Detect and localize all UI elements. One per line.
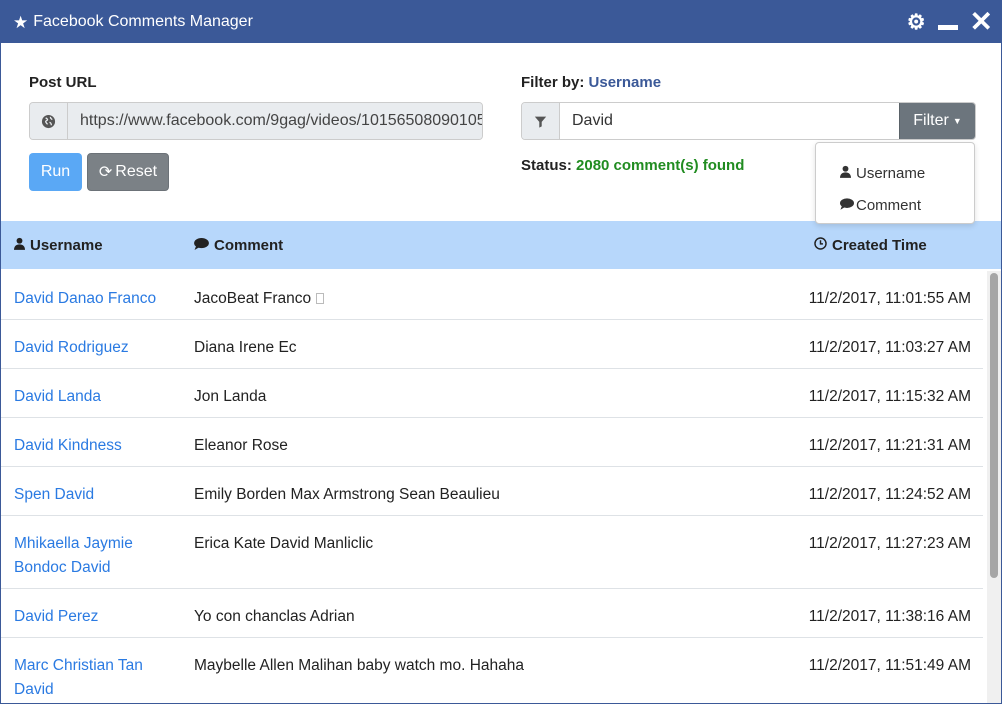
filter-dropdown-menu: Username Comment bbox=[815, 142, 975, 224]
post-url-input-group: https://www.facebook.com/9gag/videos/101… bbox=[29, 102, 483, 140]
post-url-label: Post URL bbox=[29, 74, 97, 91]
title-bar: ★ Facebook Comments Manager ⚙ ✕ bbox=[1, 1, 1001, 43]
filter-by-value: Username bbox=[588, 74, 662, 91]
row-created-time: 11/2/2017, 11:15:32 AM bbox=[808, 388, 971, 405]
row-username-link[interactable]: David Perez bbox=[14, 605, 174, 629]
dropdown-item-comment[interactable]: Comment bbox=[816, 189, 974, 221]
dropdown-item-username[interactable]: Username bbox=[816, 157, 974, 189]
dropdown-item-label: Comment bbox=[856, 196, 922, 214]
row-username-link[interactable]: David Landa bbox=[14, 385, 174, 409]
post-url-input[interactable]: https://www.facebook.com/9gag/videos/101… bbox=[68, 103, 482, 139]
scrollbar-thumb[interactable] bbox=[990, 273, 998, 578]
comment-icon bbox=[194, 237, 209, 253]
window-controls: ⚙ ✕ bbox=[907, 1, 993, 43]
row-comment: Eleanor Rose bbox=[194, 437, 288, 454]
filter-by-text: Filter by: bbox=[521, 74, 585, 91]
user-icon bbox=[14, 237, 25, 253]
caret-down-icon: ▼ bbox=[952, 116, 962, 126]
row-created-time: 11/2/2017, 11:03:27 AM bbox=[808, 339, 971, 356]
row-username-link[interactable]: Spen David bbox=[14, 483, 174, 507]
row-username-link[interactable]: Mhikaella Jaymie Bondoc David bbox=[14, 532, 154, 580]
header-created-time[interactable]: Created Time bbox=[814, 237, 927, 254]
window-title: Facebook Comments Manager bbox=[33, 13, 253, 30]
status-label: Status: bbox=[521, 157, 572, 174]
dropdown-item-label: Username bbox=[856, 164, 926, 182]
table-row: David Kindness Eleanor Rose 11/2/2017, 1… bbox=[1, 418, 983, 467]
filter-by-label: Filter by: Username bbox=[521, 74, 661, 91]
table-row: Marc Christian Tan David Maybelle Allen … bbox=[1, 638, 983, 703]
clock-icon bbox=[814, 237, 827, 253]
app-window: ★ Facebook Comments Manager ⚙ ✕ Post URL… bbox=[0, 0, 1002, 704]
refresh-icon: ⟳ bbox=[98, 164, 113, 181]
row-created-time: 11/2/2017, 11:24:52 AM bbox=[808, 486, 971, 503]
status-value: 2080 comment(s) found bbox=[576, 157, 745, 174]
row-comment: Emily Borden Max Armstrong Sean Beaulieu bbox=[194, 486, 500, 503]
row-comment-text: JacoBeat Franco bbox=[194, 290, 312, 307]
row-created-time: 11/2/2017, 11:01:55 AM bbox=[808, 290, 971, 307]
table-body: David Danao Franco JacoBeat Franco 11/2/… bbox=[1, 271, 987, 703]
table-header: Username Comment Created Time bbox=[1, 221, 1001, 269]
row-comment: Yo con chanclas Adrian bbox=[194, 608, 355, 625]
header-comment-label: Comment bbox=[214, 236, 284, 254]
table-row: David Landa Jon Landa 11/2/2017, 11:15:3… bbox=[1, 369, 983, 418]
star-icon: ★ bbox=[13, 12, 29, 32]
vertical-scrollbar[interactable] bbox=[987, 271, 1001, 703]
reset-button[interactable]: ⟳ Reset bbox=[87, 153, 169, 191]
row-comment: Maybelle Allen Malihan baby watch mo. Ha… bbox=[194, 657, 524, 674]
row-comment: Diana Irene Ec bbox=[194, 339, 297, 356]
globe-icon bbox=[30, 103, 68, 139]
filter-icon bbox=[522, 103, 560, 139]
table-row: David Perez Yo con chanclas Adrian 11/2/… bbox=[1, 589, 983, 638]
filter-input-group: David Filter ▼ bbox=[521, 102, 976, 140]
run-button[interactable]: Run bbox=[29, 153, 82, 191]
row-created-time: 11/2/2017, 11:21:31 AM bbox=[808, 437, 971, 454]
row-created-time: 11/2/2017, 11:27:23 AM bbox=[808, 535, 971, 552]
row-comment: Jon Landa bbox=[194, 388, 267, 405]
status-line: Status: 2080 comment(s) found bbox=[521, 157, 744, 174]
user-icon bbox=[840, 165, 856, 181]
row-username-link[interactable]: David Kindness bbox=[14, 434, 174, 458]
row-username-link[interactable]: David Rodriguez bbox=[14, 336, 174, 360]
header-username[interactable]: Username bbox=[14, 237, 103, 254]
header-comment[interactable]: Comment bbox=[194, 237, 283, 254]
comment-icon bbox=[840, 197, 856, 213]
header-time-label: Created Time bbox=[832, 236, 927, 254]
close-icon[interactable]: ✕ bbox=[970, 8, 993, 36]
row-comment: Erica Kate David Manliclic bbox=[194, 535, 374, 552]
gear-icon[interactable]: ⚙ bbox=[907, 12, 926, 33]
row-comment: JacoBeat Franco bbox=[194, 287, 754, 311]
filter-input[interactable]: David bbox=[560, 103, 899, 139]
row-username-link[interactable]: Marc Christian Tan David bbox=[14, 654, 164, 702]
row-username-link[interactable]: David Danao Franco bbox=[14, 287, 174, 311]
row-created-time: 11/2/2017, 11:38:16 AM bbox=[808, 608, 971, 625]
table-row: Spen David Emily Borden Max Armstrong Se… bbox=[1, 467, 983, 516]
table-row: David Rodriguez Diana Irene Ec 11/2/2017… bbox=[1, 320, 983, 369]
filter-dropdown-button[interactable]: Filter ▼ bbox=[899, 103, 975, 139]
header-username-label: Username bbox=[30, 236, 103, 254]
filter-button-label: Filter bbox=[913, 112, 949, 129]
minimize-icon[interactable] bbox=[937, 24, 958, 30]
row-created-time: 11/2/2017, 11:51:49 AM bbox=[808, 657, 971, 674]
table-row: David Danao Franco JacoBeat Franco 11/2/… bbox=[1, 271, 983, 320]
emoji-placeholder-icon bbox=[316, 293, 325, 305]
reset-button-label: Reset bbox=[115, 163, 158, 180]
table-row: Mhikaella Jaymie Bondoc David Erica Kate… bbox=[1, 516, 983, 589]
